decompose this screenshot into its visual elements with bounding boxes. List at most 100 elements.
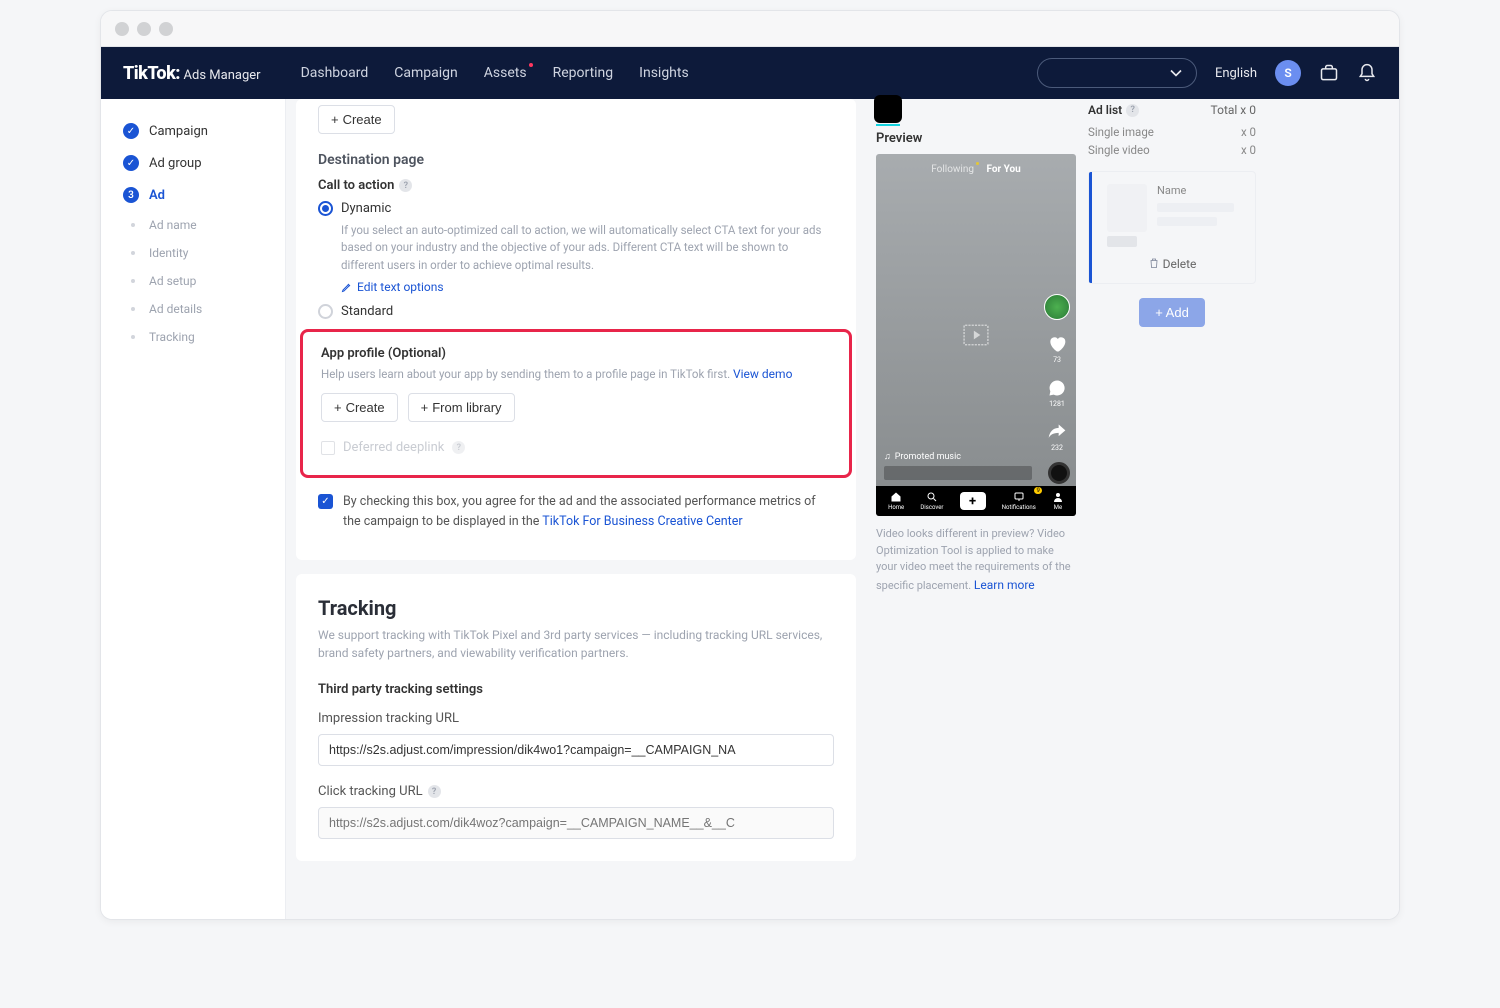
radio-icon xyxy=(318,201,333,216)
bell-icon[interactable] xyxy=(1357,63,1377,83)
nav-dashboard[interactable]: Dashboard xyxy=(301,65,369,81)
agreement-checkbox[interactable]: ✓ xyxy=(318,494,333,509)
delete-label: Delete xyxy=(1163,257,1197,271)
pencil-icon xyxy=(341,281,353,293)
click-url-input[interactable] xyxy=(318,807,834,839)
adlist-single-video-row: Single videox 0 xyxy=(1088,141,1256,159)
step-adgroup[interactable]: ✓ Ad group xyxy=(101,147,285,179)
plus-icon: + xyxy=(331,112,339,127)
app-profile-highlight: App profile (Optional) Help users learn … xyxy=(300,329,852,478)
radio-label: Standard xyxy=(341,304,393,319)
preview-note: Video looks different in preview? Video … xyxy=(876,526,1076,594)
account-selector[interactable] xyxy=(1037,58,1197,88)
radio-icon xyxy=(318,304,333,319)
click-url-label: Click tracking URL ? xyxy=(318,784,834,799)
agreement-row: ✓ By checking this box, you agree for th… xyxy=(296,492,856,550)
preview-column: Preview Following For You 73 xyxy=(876,99,1076,919)
window-dot xyxy=(115,22,129,36)
substep-ad-name[interactable]: Ad name xyxy=(101,211,285,239)
check-icon: ✓ xyxy=(123,155,139,171)
check-icon: ✓ xyxy=(123,123,139,139)
creative-center-link[interactable]: TikTok For Business Creative Center xyxy=(542,514,742,529)
app-profile-from-library-button[interactable]: + From library xyxy=(408,393,515,422)
name-label: Name xyxy=(1157,184,1243,197)
radio-standard[interactable]: Standard xyxy=(318,304,834,319)
window-dot xyxy=(137,22,151,36)
adlist-single-image-row: Single imagex 0 xyxy=(1088,123,1256,141)
edit-text-options-link[interactable]: Edit text options xyxy=(318,280,834,294)
preview-label: Preview xyxy=(876,131,1076,146)
phone-top-tabs: Following For You xyxy=(876,164,1076,175)
avatar[interactable]: S xyxy=(1275,60,1301,86)
substep-ad-setup[interactable]: Ad setup xyxy=(101,267,285,295)
adlist-item-card[interactable]: Name Delete xyxy=(1088,171,1256,284)
impression-url-input[interactable] xyxy=(318,734,834,766)
nav-reporting[interactable]: Reporting xyxy=(553,65,614,81)
share-icon: 232 xyxy=(1047,422,1067,452)
tracking-card: Tracking We support tracking with TikTok… xyxy=(296,574,856,861)
create-button-top[interactable]: + Create xyxy=(318,105,395,134)
skeleton-line xyxy=(1157,217,1217,226)
radio-dynamic[interactable]: Dynamic xyxy=(318,201,834,216)
skeleton-badge xyxy=(1107,236,1137,247)
creator-avatar xyxy=(1044,294,1070,320)
plus-icon: + xyxy=(421,400,429,415)
phone-tabbar: Home Discover + Notifications xyxy=(876,486,1076,516)
step-campaign[interactable]: ✓ Campaign xyxy=(101,115,285,147)
dynamic-help-text: If you select an auto-optimized call to … xyxy=(318,222,834,274)
progress-bar xyxy=(884,466,1032,480)
browser-titlebar xyxy=(101,11,1399,47)
deferred-deeplink-checkbox[interactable]: Deferred deeplink ? xyxy=(321,440,831,455)
window-dot xyxy=(159,22,173,36)
phone-side-actions: 73 1281 232 xyxy=(1044,294,1070,452)
tab-create: + xyxy=(960,492,986,510)
ad-thumbnail xyxy=(1107,184,1147,232)
checkbox-label: Deferred deeplink xyxy=(343,440,444,455)
info-icon: ? xyxy=(1126,104,1139,117)
nav-insights[interactable]: Insights xyxy=(639,65,689,81)
adlist-total: Total x 0 xyxy=(1211,103,1256,117)
button-label: Create xyxy=(343,112,382,127)
learn-more-link[interactable]: Learn more xyxy=(974,578,1035,592)
step-ad[interactable]: 3 Ad xyxy=(101,179,285,211)
briefcase-icon[interactable] xyxy=(1319,63,1339,83)
info-icon: ? xyxy=(428,785,441,798)
app-profile-create-button[interactable]: + Create xyxy=(321,393,398,422)
add-ad-button[interactable]: + Add xyxy=(1139,298,1205,327)
tab-me: Me xyxy=(1052,491,1064,511)
tab-notifications: Notifications xyxy=(1002,491,1036,511)
browser-frame: TikTok: Ads Manager Dashboard Campaign A… xyxy=(100,10,1400,920)
adlist-header: Ad list ? Total x 0 xyxy=(1088,103,1256,117)
step-label: Ad xyxy=(149,188,165,203)
brand-logo: TikTok: Ads Manager xyxy=(123,63,261,84)
impression-url-label: Impression tracking URL xyxy=(318,711,834,726)
right-column: Preview Following For You 73 xyxy=(866,99,1266,919)
video-placeholder-icon xyxy=(963,324,989,346)
foryou-tab: For You xyxy=(986,164,1020,175)
skeleton-line xyxy=(1157,203,1234,212)
nav-assets[interactable]: Assets xyxy=(484,65,527,81)
ad-name-block: Name xyxy=(1157,184,1243,232)
adlist-column: Ad list ? Total x 0 Single imagex 0 Sing… xyxy=(1088,99,1256,919)
adlist-title: Ad list xyxy=(1088,103,1122,117)
language-selector[interactable]: English xyxy=(1215,66,1257,81)
nav-campaign[interactable]: Campaign xyxy=(394,65,457,81)
step-label: Ad group xyxy=(149,156,202,171)
following-tab: Following xyxy=(931,164,974,175)
comment-icon: 1281 xyxy=(1047,378,1067,408)
substep-tracking[interactable]: Tracking xyxy=(101,323,285,351)
third-party-label: Third party tracking settings xyxy=(318,682,834,697)
delete-ad-button[interactable]: Delete xyxy=(1101,257,1243,271)
destination-card: + Create Destination page Call to action… xyxy=(296,99,856,560)
top-nav: TikTok: Ads Manager Dashboard Campaign A… xyxy=(101,47,1399,99)
view-demo-link[interactable]: View demo xyxy=(733,367,792,381)
substep-ad-details[interactable]: Ad details xyxy=(101,295,285,323)
content-area: ✓ Campaign ✓ Ad group 3 Ad Ad name Ident… xyxy=(101,99,1399,919)
tracking-desc: We support tracking with TikTok Pixel an… xyxy=(318,626,834,662)
info-icon: ? xyxy=(452,441,465,454)
music-disc-icon xyxy=(1048,462,1070,484)
nav-links: Dashboard Campaign Assets Reporting Insi… xyxy=(301,65,689,81)
checkbox-icon xyxy=(321,441,335,455)
substep-identity[interactable]: Identity xyxy=(101,239,285,267)
agreement-text: By checking this box, you agree for the … xyxy=(343,492,834,532)
